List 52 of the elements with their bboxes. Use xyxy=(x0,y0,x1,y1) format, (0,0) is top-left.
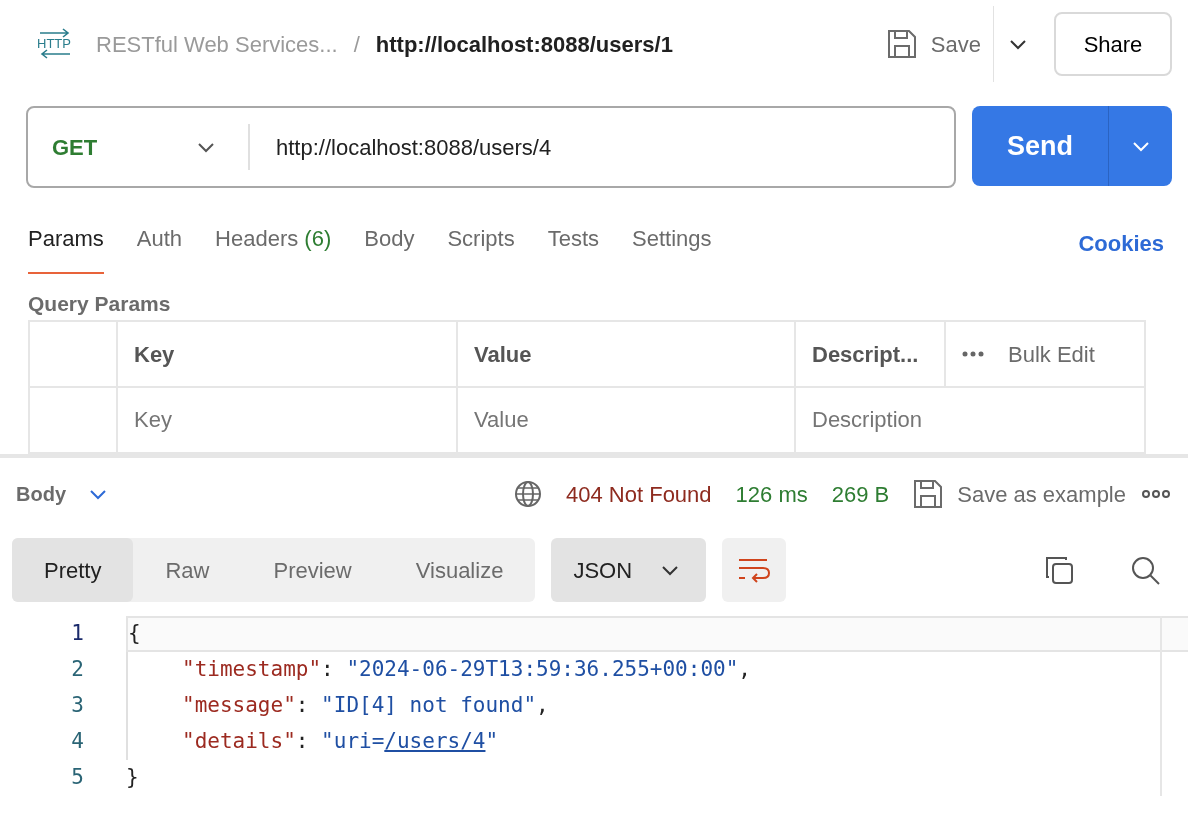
breadcrumb-separator: / xyxy=(353,30,360,59)
view-tab[interactable]: Preview xyxy=(241,538,384,602)
line-number: 4 xyxy=(70,728,84,756)
uri-link[interactable]: /users/4 xyxy=(384,726,486,758)
save-icon xyxy=(886,29,917,59)
section-title: Query Params xyxy=(27,291,172,317)
view-tab[interactable]: Raw xyxy=(133,538,242,602)
code-line: "timestamp": "2024-06-29T13:59:36.255+00:00", xyxy=(126,652,1188,688)
save-button[interactable]: Save xyxy=(886,27,993,61)
format-dropdown[interactable]: JSON xyxy=(551,538,707,602)
request-tab[interactable]: Scripts xyxy=(447,218,515,274)
line-number: 5 xyxy=(70,764,84,792)
chevron-down-icon xyxy=(88,487,108,501)
send-button[interactable]: Send xyxy=(972,106,1108,186)
code-line: } xyxy=(126,764,140,792)
code-line: "message": "ID[4] not found", xyxy=(126,688,1188,724)
column-header: Value xyxy=(457,321,795,387)
request-tab[interactable]: Body xyxy=(364,218,415,274)
view-tab[interactable]: Visualize xyxy=(383,538,536,602)
save-example-button[interactable]: Save as example xyxy=(913,477,1126,511)
request-name: http://localhost:8088/users/1 xyxy=(375,30,673,59)
request-tab[interactable]: Auth xyxy=(136,218,183,274)
request-tab[interactable]: Tests xyxy=(547,218,599,274)
chevron-down-icon xyxy=(196,140,216,154)
column-header: Key xyxy=(117,321,457,387)
url-bar[interactable]: GET http://localhost:8088/users/4 xyxy=(26,106,956,188)
method-dropdown[interactable]: GET xyxy=(28,124,250,170)
chevron-down-icon xyxy=(1130,139,1151,153)
request-tab[interactable]: Settings xyxy=(632,218,712,274)
code-line: "details": "uri=/users/4" xyxy=(126,724,1188,760)
collection-link[interactable]: RESTful Web Services... xyxy=(96,27,338,61)
chevron-down-icon xyxy=(1008,37,1028,51)
url-input[interactable]: http://localhost:8088/users/4 xyxy=(250,130,954,164)
response-size: 269 B xyxy=(831,480,890,509)
more-button[interactable] xyxy=(1142,490,1170,498)
view-tab[interactable]: Pretty xyxy=(12,538,134,602)
globe-icon xyxy=(514,480,543,508)
status-code: 404 Not Found xyxy=(566,480,712,509)
response-section-dropdown[interactable]: Body xyxy=(16,479,108,509)
request-tab[interactable]: Params xyxy=(28,218,104,274)
response-time: 126 ms xyxy=(735,480,808,509)
wrap-lines-button[interactable] xyxy=(722,538,787,602)
save-icon xyxy=(913,479,944,509)
more-icon xyxy=(962,351,984,357)
cookies-link[interactable]: Cookies xyxy=(1078,227,1164,274)
line-number: 3 xyxy=(70,692,84,720)
request-tab[interactable]: Headers (6) xyxy=(215,218,332,274)
chevron-down-icon xyxy=(660,563,681,577)
line-number: 2 xyxy=(70,656,84,684)
share-button[interactable]: Share xyxy=(1054,12,1172,76)
wrap-lines-icon xyxy=(737,556,772,584)
line-number: 1 xyxy=(70,620,84,648)
